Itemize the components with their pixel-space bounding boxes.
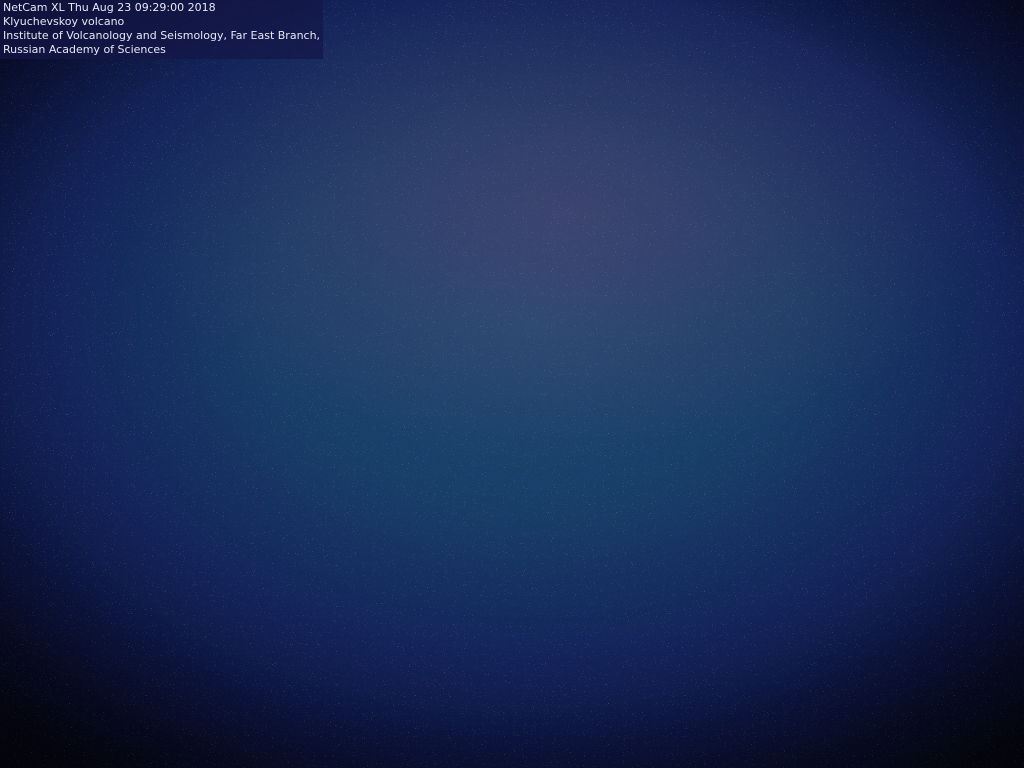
webcam-frame: NetCam XL Thu Aug 23 09:29:00 2018 Klyuc… — [0, 0, 1024, 768]
institute-name: Institute of Volcanology and Seismology,… — [3, 29, 321, 42]
camera-timestamp: NetCam XL Thu Aug 23 09:29:00 2018 — [3, 1, 216, 14]
sensor-noise-overlay — [0, 0, 1024, 768]
academy-name: Russian Academy of Sciences — [3, 43, 166, 56]
location-name: Klyuchevskoy volcano — [3, 15, 125, 28]
timestamp-caption-box: NetCam XL Thu Aug 23 09:29:00 2018 Klyuc… — [0, 0, 324, 59]
lens-vignette — [0, 0, 1024, 768]
